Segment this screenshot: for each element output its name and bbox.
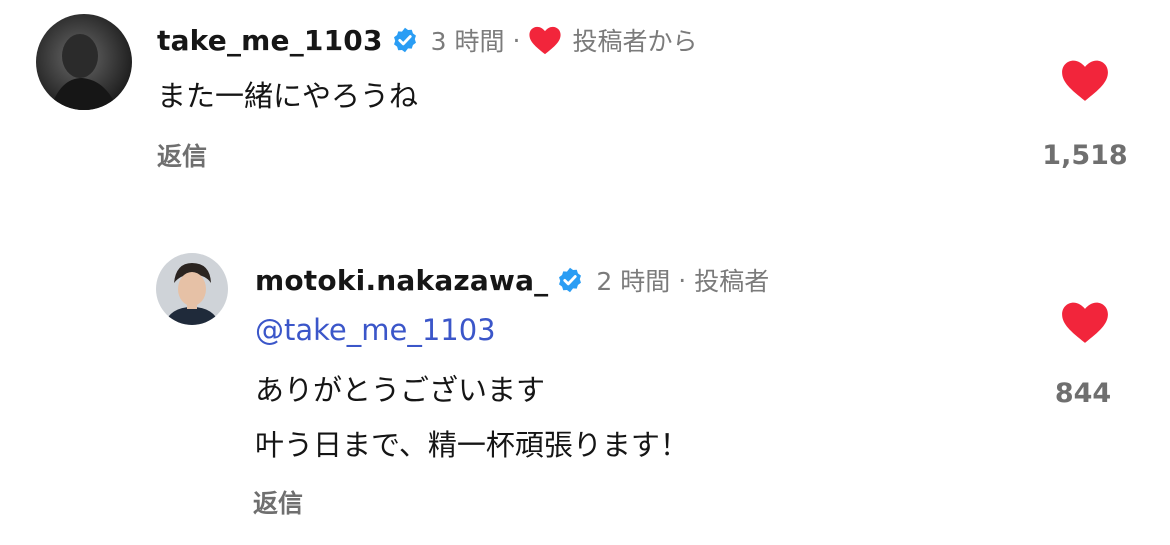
mention-link[interactable]: @take_me_1103 (255, 313, 496, 347)
avatar[interactable] (36, 14, 132, 110)
comment-meta: motoki.nakazawa_ 2 時間 · 投稿者 (255, 260, 769, 300)
avatar[interactable] (156, 253, 228, 325)
comment-text-line: 叶う日まで、精一杯頑張ります！ (255, 428, 689, 462)
timestamp: 3 時間 (430, 27, 505, 56)
author-note: 投稿者 (694, 267, 770, 296)
like-control: 844 (1040, 300, 1130, 409)
author-note: 投稿者から (572, 27, 698, 56)
separator: · (512, 25, 521, 55)
reply-button[interactable]: 返信 (253, 484, 303, 520)
like-count: 844 (1054, 378, 1112, 409)
heart-icon[interactable] (1040, 58, 1130, 106)
verified-badge-icon (391, 26, 419, 54)
verified-badge-icon (556, 266, 584, 294)
heart-icon[interactable] (1040, 300, 1130, 348)
username[interactable]: motoki.nakazawa_ (255, 264, 548, 297)
comment-meta: take_me_1103 3 時間 · 投稿者から (157, 20, 697, 60)
like-control: 1,518 (1040, 58, 1130, 171)
creator-liked-heart-icon (528, 25, 562, 55)
reply-button[interactable]: 返信 (157, 137, 207, 173)
comment-text: また一緒にやろうね (157, 79, 419, 113)
like-count: 1,518 (1042, 140, 1128, 171)
timestamp: 2 時間 (596, 267, 671, 296)
separator: · (678, 265, 687, 295)
comment-text-line: ありがとうございます (255, 373, 546, 407)
username[interactable]: take_me_1103 (157, 24, 383, 57)
